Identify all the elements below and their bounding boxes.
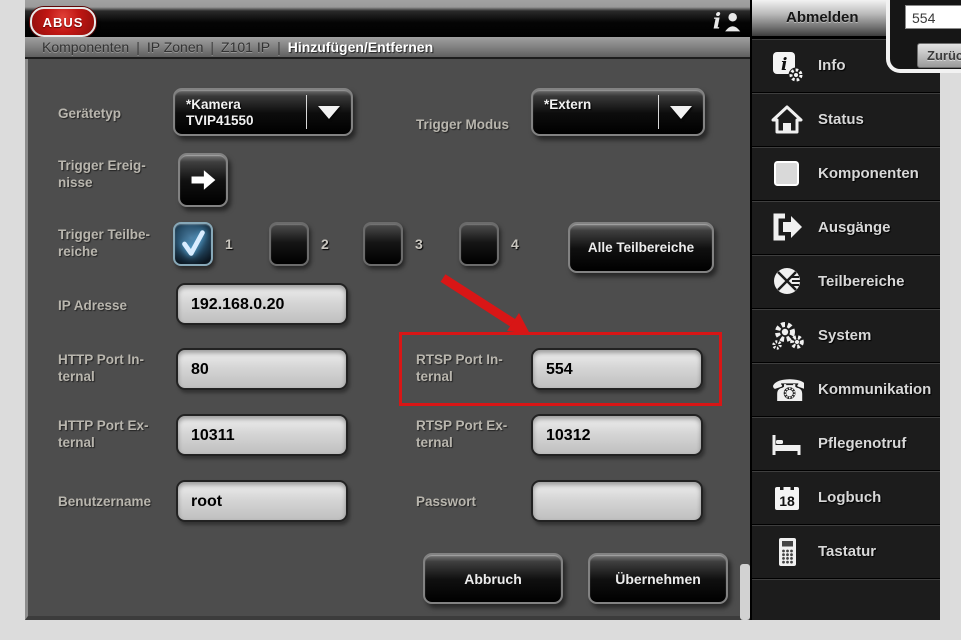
- sidebar-item-label: Komponenten: [818, 165, 919, 182]
- partition-checkbox-1-label: 1: [225, 236, 233, 252]
- breadcrumb-current-page: Hinzufügen/Entfernen: [288, 39, 433, 55]
- sidebar-item-ausgaenge[interactable]: Ausgänge: [752, 200, 940, 254]
- http-port-internal-input[interactable]: 80: [176, 348, 348, 390]
- breadcrumb-ip-zonen[interactable]: IP Zonen: [147, 39, 204, 55]
- info-user-icon[interactable]: i: [710, 8, 744, 39]
- trigger-mode-value-text: *Extern: [544, 97, 658, 113]
- breadcrumb-separator: |: [277, 39, 281, 55]
- trigger-partitions-label: Trigger Teilbe- reiche: [58, 226, 176, 260]
- svg-text:☎: ☎: [771, 374, 804, 407]
- sidebar-item-logbuch[interactable]: 18 Logbuch: [752, 470, 940, 524]
- partition-checkbox-4[interactable]: [459, 222, 499, 266]
- telephone-icon: ☎: [770, 373, 804, 407]
- partition-checkbox-3[interactable]: [363, 222, 403, 266]
- sidebar-item-label: Status: [818, 111, 864, 128]
- output-arrow-icon: [770, 211, 804, 245]
- abus-logo: ABUS: [30, 7, 96, 37]
- bed-icon: [770, 427, 804, 461]
- sidebar-item-kommunikation[interactable]: ☎ Kommunikation: [752, 362, 940, 416]
- svg-text:18: 18: [779, 493, 795, 509]
- breadcrumb-komponenten[interactable]: Komponenten: [42, 39, 129, 55]
- abus-logo-text: ABUS: [43, 15, 84, 30]
- breadcrumb-separator: |: [136, 39, 140, 55]
- partition-checkbox-1[interactable]: [173, 222, 213, 266]
- trigger-mode-dropdown[interactable]: *Extern: [531, 88, 705, 136]
- rtsp-port-internal-input[interactable]: 554: [531, 348, 703, 390]
- chevron-down-icon: [659, 90, 703, 134]
- arrow-right-icon: [185, 165, 221, 195]
- keypad-icon: [770, 535, 804, 569]
- username-input[interactable]: root: [176, 480, 348, 522]
- sidebar-item-system[interactable]: System: [752, 308, 940, 362]
- sidebar-item-label: Kommunikation: [818, 381, 931, 398]
- sidebar-item-label: Info: [818, 57, 846, 74]
- chevron-down-icon: [307, 90, 351, 134]
- top-bar: ABUS i: [25, 0, 750, 37]
- sidebar-item-label: Tastatur: [818, 543, 876, 560]
- trigger-mode-label: Trigger Modus: [416, 116, 541, 133]
- config-form: Gerätetyp *Kamera TVIP41550 Trigger Modu…: [25, 59, 750, 620]
- ip-address-label: IP Adresse: [58, 297, 176, 314]
- partition-checkbox-4-label: 4: [511, 236, 519, 252]
- username-label: Benutzername: [58, 493, 183, 510]
- breadcrumb-z101-ip[interactable]: Z101 IP: [221, 39, 270, 55]
- gears-icon: [770, 319, 804, 353]
- trigger-events-button[interactable]: [178, 153, 228, 207]
- sidebar-item-tastatur[interactable]: Tastatur: [752, 524, 940, 578]
- partition-checkbox-2[interactable]: [269, 222, 309, 266]
- trigger-events-label: Trigger Ereig- nisse: [58, 157, 176, 191]
- rtsp-port-external-input[interactable]: 10312: [531, 414, 703, 456]
- sidebar-item-label: Pflegenotruf: [818, 435, 906, 452]
- value-entry-popup: 554 Zurück: [886, 0, 961, 73]
- popup-value-input[interactable]: 554: [905, 5, 961, 29]
- partition-checkbox-3-label: 3: [415, 236, 423, 252]
- breadcrumb: Komponenten | IP Zonen | Z101 IP | Hinzu…: [25, 37, 750, 59]
- http-port-internal-label: HTTP Port In- ternal: [58, 351, 176, 385]
- scrollbar[interactable]: [740, 564, 750, 620]
- device-type-value-line2: TVIP41550: [186, 113, 306, 129]
- sidebar-item-label: Teilbereiche: [818, 273, 904, 290]
- sidebar-item-pflegenotruf[interactable]: Pflegenotruf: [752, 416, 940, 470]
- ip-address-input[interactable]: 192.168.0.20: [176, 283, 348, 325]
- http-port-external-input[interactable]: 10311: [176, 414, 348, 456]
- calendar-18-icon: 18: [770, 481, 804, 515]
- home-icon: [770, 103, 804, 137]
- password-label: Passwort: [416, 493, 534, 510]
- apply-button[interactable]: Übernehmen: [588, 553, 728, 604]
- partition-pie-icon: [770, 265, 804, 299]
- sidebar-menu: Abmelden i Info: [750, 0, 940, 620]
- component-square-icon: [770, 157, 804, 191]
- device-type-dropdown[interactable]: *Kamera TVIP41550: [173, 88, 353, 136]
- sidebar-item-label: System: [818, 327, 871, 344]
- sidebar-item-status[interactable]: Status: [752, 92, 940, 146]
- checkmark-icon: [176, 225, 210, 263]
- cancel-button[interactable]: Abbruch: [423, 553, 563, 604]
- sidebar-item-komponenten[interactable]: Komponenten: [752, 146, 940, 200]
- password-input[interactable]: [531, 480, 703, 522]
- sidebar-item-label: Logbuch: [818, 489, 881, 506]
- breadcrumb-separator: |: [210, 39, 214, 55]
- abus-config-page: ABUS i Komponenten | IP Zonen | Z101 IP …: [0, 0, 961, 640]
- info-gear-icon: i: [770, 49, 804, 83]
- svg-text:i: i: [713, 10, 721, 34]
- rtsp-port-internal-label: RTSP Port In- ternal: [416, 351, 534, 385]
- app-window: ABUS i Komponenten | IP Zonen | Z101 IP …: [25, 0, 940, 620]
- rtsp-port-external-label: RTSP Port Ex- ternal: [416, 417, 534, 451]
- device-type-value: *Kamera TVIP41550: [175, 90, 306, 134]
- sidebar-item-label: Ausgänge: [818, 219, 891, 236]
- device-type-label: Gerätetyp: [58, 105, 176, 122]
- sidebar-item-teilbereiche[interactable]: Teilbereiche: [752, 254, 940, 308]
- partition-checkbox-2-label: 2: [321, 236, 329, 252]
- http-port-external-label: HTTP Port Ex- ternal: [58, 417, 176, 451]
- popup-back-button[interactable]: Zurück: [917, 43, 961, 68]
- device-type-value-line1: *Kamera: [186, 97, 306, 113]
- svg-text:i: i: [781, 55, 787, 75]
- sidebar-divider: [752, 578, 940, 579]
- trigger-mode-value: *Extern: [533, 90, 658, 134]
- all-partitions-button[interactable]: Alle Teilbereiche: [568, 222, 714, 273]
